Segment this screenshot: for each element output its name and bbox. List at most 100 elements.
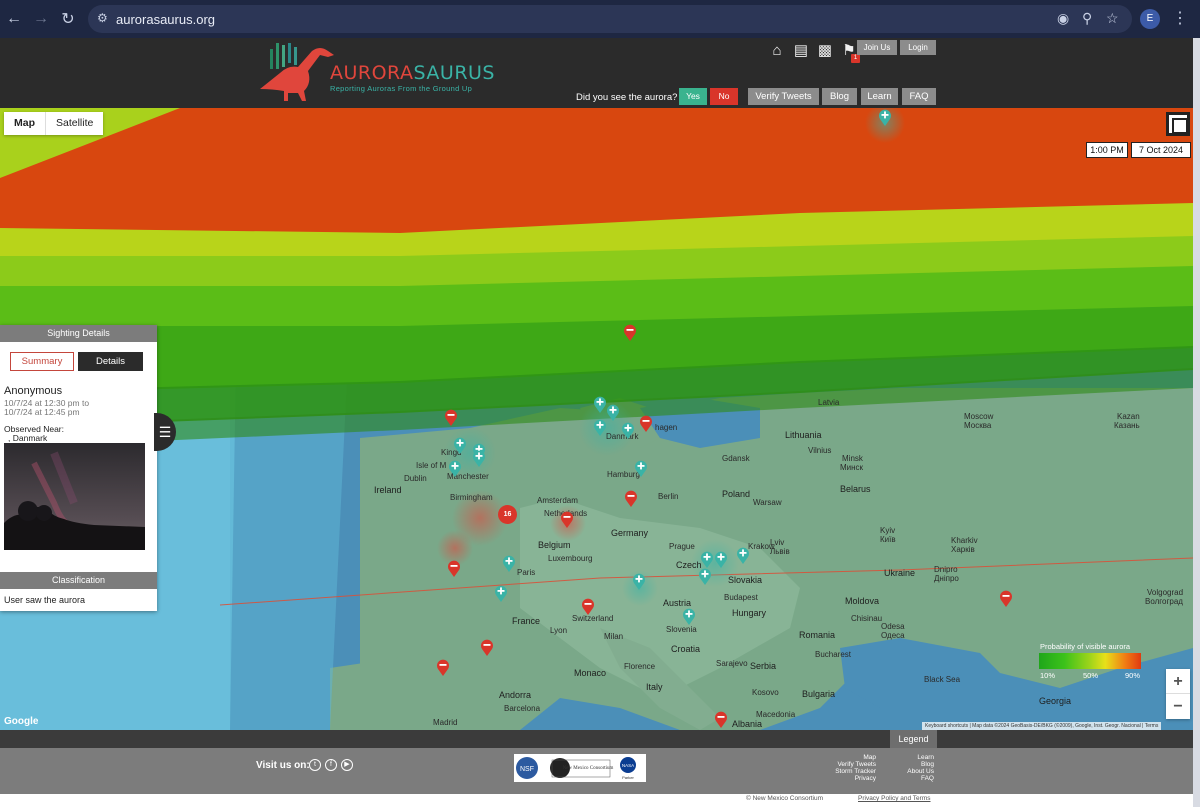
red-sighting-marker[interactable] (436, 658, 450, 676)
map-label: Kharkiv (951, 536, 978, 545)
red-sighting-marker[interactable] (714, 710, 728, 728)
green-sighting-marker[interactable] (502, 554, 516, 572)
green-sighting-marker[interactable] (593, 395, 607, 413)
red-sighting-marker[interactable] (999, 589, 1013, 607)
footer-link-faq[interactable]: FAQ (896, 775, 934, 782)
green-sighting-marker[interactable] (448, 459, 462, 477)
map-label: Bucharest (815, 650, 852, 659)
fullscreen-icon[interactable] (1166, 112, 1190, 136)
login-button[interactable]: Login (900, 40, 936, 55)
home-icon[interactable]: ⌂ (768, 42, 786, 60)
date-display[interactable]: 7 Oct 2024 (1131, 142, 1191, 158)
sighting-photo[interactable] (4, 443, 145, 550)
green-sighting-marker[interactable] (453, 436, 467, 454)
zoom-in-icon[interactable]: + (1166, 669, 1190, 694)
green-sighting-marker[interactable] (632, 572, 646, 590)
red-sighting-marker[interactable] (560, 510, 574, 528)
green-sighting-marker[interactable] (634, 459, 648, 477)
nav-learn[interactable]: Learn (861, 88, 898, 105)
footer-link-storm-tracker[interactable]: Storm Tracker (830, 768, 876, 775)
red-sighting-marker[interactable] (624, 489, 638, 507)
map-label: Prague (669, 542, 695, 551)
nav-faq[interactable]: FAQ (902, 88, 936, 105)
location-icon[interactable]: ◉ (1057, 10, 1069, 27)
map-label: Волгоград (1145, 597, 1183, 606)
time-display[interactable]: 1:00 PM (1086, 142, 1128, 158)
zoom-icon[interactable]: ⚲ (1082, 10, 1092, 27)
green-sighting-marker[interactable] (714, 550, 728, 568)
sighting-details-panel: Sighting Details Summary Details Anonymo… (0, 325, 157, 611)
green-sighting-marker[interactable] (878, 108, 892, 126)
address-bar[interactable]: ⚙ aurorasaurus.org ◉ ⚲ ☆ (88, 5, 1132, 33)
footer-link-about[interactable]: About Us (896, 768, 934, 775)
map-label: Lviv (770, 538, 785, 547)
map-label: Isle of M (416, 461, 447, 470)
map-view-button[interactable]: Map (4, 112, 45, 135)
map-label: Київ (880, 535, 896, 544)
probability-legend: Probability of visible aurora 10% 50% 90… (1038, 642, 1142, 682)
tab-summary[interactable]: Summary (10, 352, 74, 371)
nav-blog[interactable]: Blog (822, 88, 857, 105)
green-sighting-marker[interactable] (736, 546, 750, 564)
twitter-icon[interactable]: t (309, 759, 321, 771)
profile-avatar[interactable]: E (1140, 9, 1160, 29)
green-sighting-marker[interactable] (593, 418, 607, 436)
satellite-view-button[interactable]: Satellite (45, 112, 103, 135)
bookmark-star-icon[interactable]: ☆ (1106, 10, 1119, 27)
map-attribution[interactable]: Keyboard shortcuts | Map data ©2024 GeoB… (922, 722, 1162, 730)
back-icon[interactable]: ← (0, 5, 28, 33)
red-sighting-marker[interactable] (447, 559, 461, 577)
youtube-icon[interactable]: ▶ (341, 759, 353, 771)
no-button[interactable]: No (710, 88, 738, 105)
green-sighting-marker[interactable] (698, 567, 712, 585)
nasa-logo-text: NASA (622, 763, 634, 768)
privacy-terms-link[interactable]: Privacy Policy and Terms (858, 795, 931, 802)
aurora-map[interactable]: Map Satellite 1:00 PM 7 Oct 2024 Latvia … (0, 108, 1193, 730)
red-sighting-marker[interactable] (480, 638, 494, 656)
map-label: Belarus (840, 484, 871, 494)
site-header: AURORASAURUS Reporting Auroras From the … (0, 38, 1200, 108)
browser-menu-icon[interactable]: ⋮ (1172, 8, 1188, 28)
zoom-out-icon[interactable]: − (1166, 694, 1190, 719)
map-label: hagen (655, 423, 678, 432)
map-label: Milan (604, 632, 624, 641)
nav-verify-tweets[interactable]: Verify Tweets (748, 88, 819, 105)
facebook-icon[interactable]: f (325, 759, 337, 771)
logo-wordmark: AURORASAURUS (330, 62, 495, 84)
green-sighting-marker[interactable] (472, 449, 486, 467)
green-sighting-marker[interactable] (606, 403, 620, 421)
footer-link-learn[interactable]: Learn (896, 754, 934, 761)
map-label: Hungary (732, 608, 767, 618)
green-sighting-marker[interactable] (682, 607, 696, 625)
footer-link-privacy[interactable]: Privacy (830, 775, 876, 782)
forward-icon[interactable]: → (27, 5, 55, 33)
legend-title: Probability of visible aurora (1040, 642, 1131, 651)
nmc-logo-text: New Mexico Consortium (563, 766, 614, 771)
map-label: Казань (1114, 421, 1140, 430)
site-info-icon[interactable]: ⚙ (97, 11, 108, 25)
red-sighting-marker[interactable] (639, 414, 653, 432)
red-sighting-marker[interactable] (623, 323, 637, 341)
join-us-button[interactable]: Join Us (857, 40, 897, 55)
map-label: Berlin (658, 492, 679, 501)
cluster-marker[interactable]: 16 (498, 505, 517, 524)
red-sighting-marker[interactable] (444, 408, 458, 426)
green-sighting-marker[interactable] (621, 421, 635, 439)
green-sighting-marker[interactable] (700, 550, 714, 568)
map-label: Moldova (845, 596, 880, 606)
red-sighting-marker[interactable] (581, 597, 595, 615)
footer-link-verify-tweets[interactable]: Verify Tweets (830, 761, 876, 768)
green-sighting-marker[interactable] (494, 584, 508, 602)
aurorasaurus-logo[interactable]: AURORASAURUS Reporting Auroras From the … (258, 43, 498, 103)
footer-link-blog[interactable]: Blog (896, 761, 934, 768)
tab-details[interactable]: Details (78, 352, 143, 371)
legend-tab-button[interactable]: Legend (890, 730, 937, 748)
reload-icon[interactable]: ↻ (54, 5, 82, 33)
podium-icon[interactable]: ▩ (816, 42, 834, 60)
yes-button[interactable]: Yes (679, 88, 707, 105)
chart-icon[interactable]: ▤ (792, 42, 810, 60)
footer-link-map[interactable]: Map (830, 754, 876, 761)
aurora-photo-image (4, 443, 145, 550)
notification-bell-icon[interactable]: ⚑ 1 (840, 42, 860, 63)
map-label: Chisinau (851, 614, 883, 623)
